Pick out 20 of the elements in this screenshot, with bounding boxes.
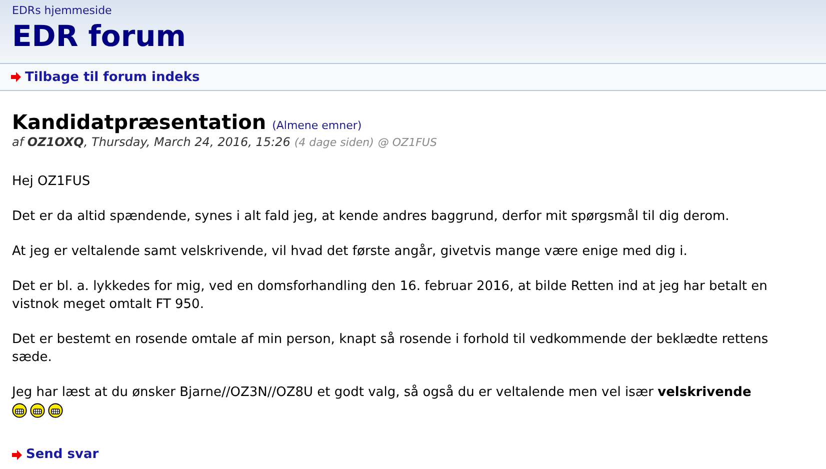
post-paragraph: Jeg har læst at du ønsker Bjarne//OZ3N//OZ8U et godt valg, så også du er veltalende men vel især velskrivende — [12, 384, 752, 402]
post-paragraph: Det er bestemt en rosende omtale af min person, knapt så rosende i forhold til vedkommende der beklædte rettens sæde. — [12, 330, 770, 367]
post-paragraph: Det er da altid spændende, synes i alt fald jeg, at kende andres baggrund, derfor mit spørgsmål til dig derom. — [12, 208, 730, 226]
smiley-icon — [12, 403, 27, 418]
smiley-icon — [48, 403, 63, 418]
smiley-icon — [30, 403, 45, 418]
post-subject: Kandidatpræsentation — [12, 111, 266, 133]
post-paragraph: Det er bl. a. lykkedes for mig, ved en domsforhandling den 16. februar 2016, at bilde Retten ind at jeg har betalt en vistnok meget omtalt FT 950. — [12, 278, 768, 314]
category-link[interactable]: (Almene emner) — [272, 119, 362, 132]
post-age: (4 dage siden) — [294, 136, 374, 149]
post-paragraph: Hej OZ1FUS — [12, 173, 92, 191]
home-link[interactable]: EDRs hjemmeside — [12, 4, 112, 17]
reply-link[interactable]: Send svar — [26, 447, 99, 462]
reply-to: @ OZ1FUS — [378, 136, 437, 149]
arrow-icon — [12, 450, 22, 460]
back-link[interactable]: Tilbage til forum indeks — [25, 70, 200, 84]
post-paragraph: At jeg er veltalende samt velskrivende, vil hvad det første angår, givetvis mange være enige med dig i. — [12, 242, 688, 261]
post-meta: af OZ1OXQ, Thursday, March 24, 2016, 15:26 — [12, 135, 290, 149]
forum-title: EDR forum — [12, 18, 188, 54]
arrow-icon — [11, 72, 21, 82]
